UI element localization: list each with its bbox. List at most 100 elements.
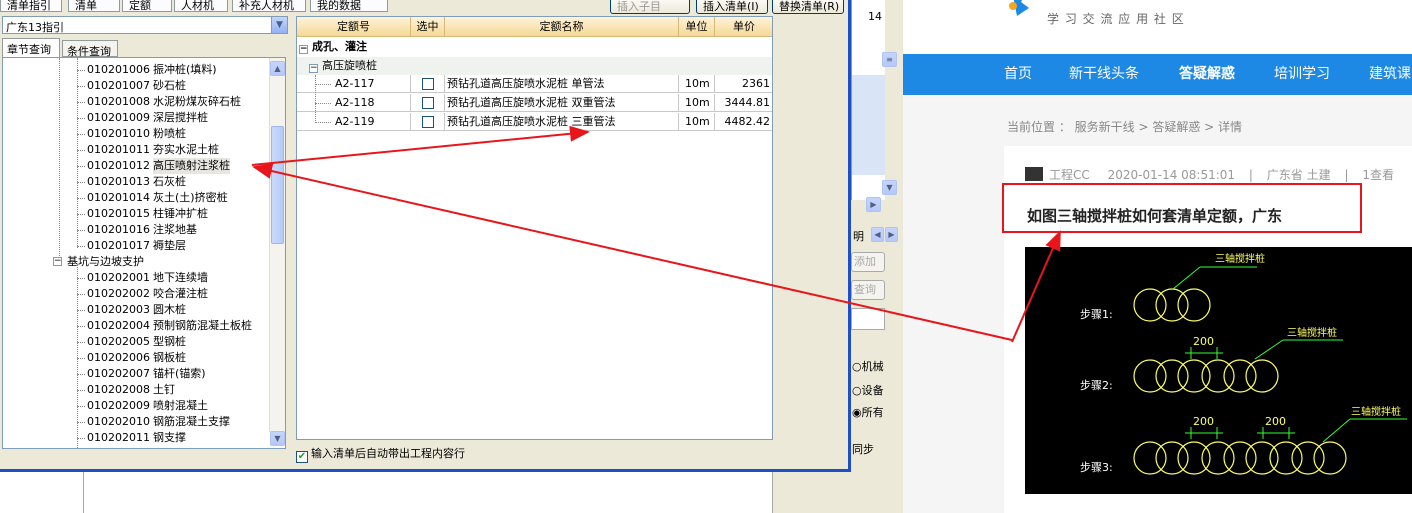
avatar[interactable]	[1025, 167, 1043, 181]
nav-item-qa[interactable]: 答疑解惑	[1179, 54, 1235, 95]
checkbox-icon[interactable]	[422, 97, 434, 109]
tree-item[interactable]: 010201007 砂石桩	[3, 78, 271, 94]
nav-item-courses[interactable]: 建筑课	[1369, 54, 1411, 95]
tab-guide[interactable]: 清单指引	[0, 0, 62, 12]
tab-bill[interactable]: 清单	[68, 0, 120, 12]
side-scroll-left2[interactable]: ◀	[871, 227, 884, 242]
tree-item-name: 柱锤冲扩桩	[153, 207, 208, 220]
tree-item[interactable]: 010202011 钢支撑	[3, 430, 271, 446]
checkbox-icon[interactable]	[422, 116, 434, 128]
tab-condition-query[interactable]: 条件查询	[62, 40, 118, 58]
cad-dim-3: 200	[1265, 415, 1286, 428]
col-header-price[interactable]: 单价	[715, 17, 772, 37]
cad-label-1: 三轴搅拌桩	[1215, 252, 1265, 265]
tree-item[interactable]: 010201008 水泥粉煤灰碎石桩	[3, 94, 271, 110]
tree-item[interactable]: 010202010 钢筋混凝土支撑	[3, 414, 271, 430]
scroll-up-icon[interactable]: ▲	[270, 61, 285, 76]
tree-item[interactable]: 010201015 柱锤冲扩桩	[3, 206, 271, 222]
side-input[interactable]	[851, 308, 885, 330]
tree-item[interactable]: 010202005 型钢桩	[3, 334, 271, 350]
tree-item[interactable]: 010202004 预制钢筋混凝土板桩	[3, 318, 271, 334]
scroll-right-icon[interactable]: ▶	[252, 448, 267, 449]
tree-item[interactable]: 010202009 喷射混凝土	[3, 398, 271, 414]
tree-item[interactable]: 010201017 褥垫层	[3, 238, 271, 254]
tree-item[interactable]: 010201010 粉喷桩	[3, 126, 271, 142]
tree-item-code: 010202006	[87, 351, 150, 364]
col-header-select[interactable]: 选中	[411, 17, 445, 37]
tree-item[interactable]: 010202002 咬合灌注桩	[3, 286, 271, 302]
tree-item[interactable]: 010201012 高压喷射注浆桩	[3, 158, 271, 174]
checkbox-checked-icon[interactable]: ✔	[296, 451, 308, 463]
site-slogan: 学 习 交 流 应 用 社 区	[1047, 12, 1185, 26]
tree-item[interactable]: 010201014 灰土(土)挤密桩	[3, 190, 271, 206]
tree-item[interactable]: 010201011 夯实水泥土桩	[3, 142, 271, 158]
tree-item[interactable]: 010201016 注浆地基	[3, 222, 271, 238]
site-logo-icon[interactable]	[1007, 0, 1033, 20]
cad-drawing-image: 三轴搅拌桩 三轴搅拌桩 三轴搅拌桩 200 200 200 步骤1: 步骤2: …	[1025, 247, 1412, 494]
group-row-jet-grout[interactable]: − 高压旋喷桩	[297, 57, 772, 75]
chevron-down-icon[interactable]: ▼	[271, 17, 287, 33]
tree-item-code: 010202009	[87, 399, 150, 412]
side-scroll-right[interactable]: ▶	[866, 197, 881, 212]
scroll-left-icon[interactable]: ◀	[5, 448, 20, 449]
tab-my-data[interactable]: 我的数据	[310, 0, 388, 12]
tree-item-name: 水泥粉煤灰碎石桩	[153, 95, 241, 108]
insert-subitem-button[interactable]: 插入子目	[610, 0, 690, 14]
side-scroll-right2[interactable]: ▶	[885, 227, 898, 242]
tree-item-code: 010202001	[87, 271, 150, 284]
question-meta: 工程CC 2020-01-14 08:51:01 | 广东省 土建 | 1查看	[1025, 166, 1394, 183]
tree-item[interactable]: 010202008 土钉	[3, 382, 271, 398]
guide-select[interactable]: 广东13指引 ▼	[2, 16, 288, 34]
auto-content-option[interactable]: ✔ 输入清单后自动带出工程内容行	[296, 443, 773, 465]
side-list: 14	[851, 0, 885, 200]
add-button[interactable]: 添加	[851, 252, 885, 272]
side-scroll-down[interactable]: ▼	[882, 180, 897, 195]
tree-item-code: 010202008	[87, 383, 150, 396]
nav-item-training[interactable]: 培训学习	[1274, 54, 1330, 95]
insert-bill-button[interactable]: 插入清单(I)	[696, 0, 768, 14]
side-scroll-thumb[interactable]: ≡	[882, 52, 897, 67]
tree-item-code: 010202007	[87, 367, 150, 380]
tree-item-name: 钢筋混凝土支撑	[153, 415, 230, 428]
scroll-down-icon[interactable]: ▼	[270, 431, 285, 446]
forum-webpage: 学 习 交 流 应 用 社 区 首页 新干线头条 答疑解惑 培训学习 建筑课 当…	[903, 0, 1412, 513]
tree-item[interactable]: 010201013 石灰桩	[3, 174, 271, 190]
tree-item-code: 010201009	[87, 111, 150, 124]
tree-group-pit-support[interactable]: − 基坑与边坡支护	[3, 254, 271, 270]
tab-extra-resources[interactable]: 补充人材机	[232, 0, 306, 12]
radio-equipment[interactable]: ○设备	[852, 382, 884, 398]
tree-item-code: 010201010	[87, 127, 150, 140]
collapse-icon[interactable]: −	[53, 257, 62, 266]
tree-item[interactable]: 010202001 地下连续墙	[3, 270, 271, 286]
replace-bill-button[interactable]: 替换清单(R)	[772, 0, 844, 14]
tree-item-code: 010201017	[87, 239, 150, 252]
col-header-unit[interactable]: 单位	[679, 17, 715, 37]
author-link[interactable]: 工程CC	[1049, 168, 1090, 182]
collapse-icon[interactable]: −	[299, 45, 308, 54]
tree-vscrollbar[interactable]: ▲ ▼	[269, 58, 285, 446]
radio-all[interactable]: ◉所有	[852, 404, 884, 420]
tab-chapter-query[interactable]: 章节查询	[2, 38, 60, 57]
nav-item-home[interactable]: 首页	[1004, 54, 1032, 95]
group-row-boring[interactable]: − 成孔、灌注	[299, 38, 769, 56]
tree-hscrollbar[interactable]: ◀ ▶	[3, 448, 286, 449]
tree-item-code: 010202011	[87, 431, 150, 444]
tab-resources[interactable]: 人材机	[174, 0, 228, 12]
tree-item[interactable]: 010202006 钢板桩	[3, 350, 271, 366]
tree-item[interactable]: 010201006 振冲桩(填料)	[3, 62, 271, 78]
nav-item-headlines[interactable]: 新干线头条	[1069, 54, 1139, 95]
tree-item[interactable]: 010201009 深层搅拌桩	[3, 110, 271, 126]
tree-item-name: 高压喷射注浆桩	[153, 158, 230, 174]
tree-scroll-thumb[interactable]	[271, 126, 284, 244]
checkbox-icon[interactable]	[422, 78, 434, 90]
tab-quota[interactable]: 定额	[122, 0, 172, 12]
lower-pane	[83, 472, 773, 513]
tree-item[interactable]: 010202003 圆木桩	[3, 302, 271, 318]
col-header-name[interactable]: 定额名称	[445, 17, 679, 37]
tree-item[interactable]: 010202007 锚杆(锚索)	[3, 366, 271, 382]
collapse-icon[interactable]: −	[309, 64, 318, 73]
side-selection	[852, 75, 885, 175]
query-button[interactable]: 查询	[851, 280, 885, 300]
radio-machine[interactable]: ○机械	[852, 358, 884, 374]
col-header-code[interactable]: 定额号	[297, 17, 411, 37]
